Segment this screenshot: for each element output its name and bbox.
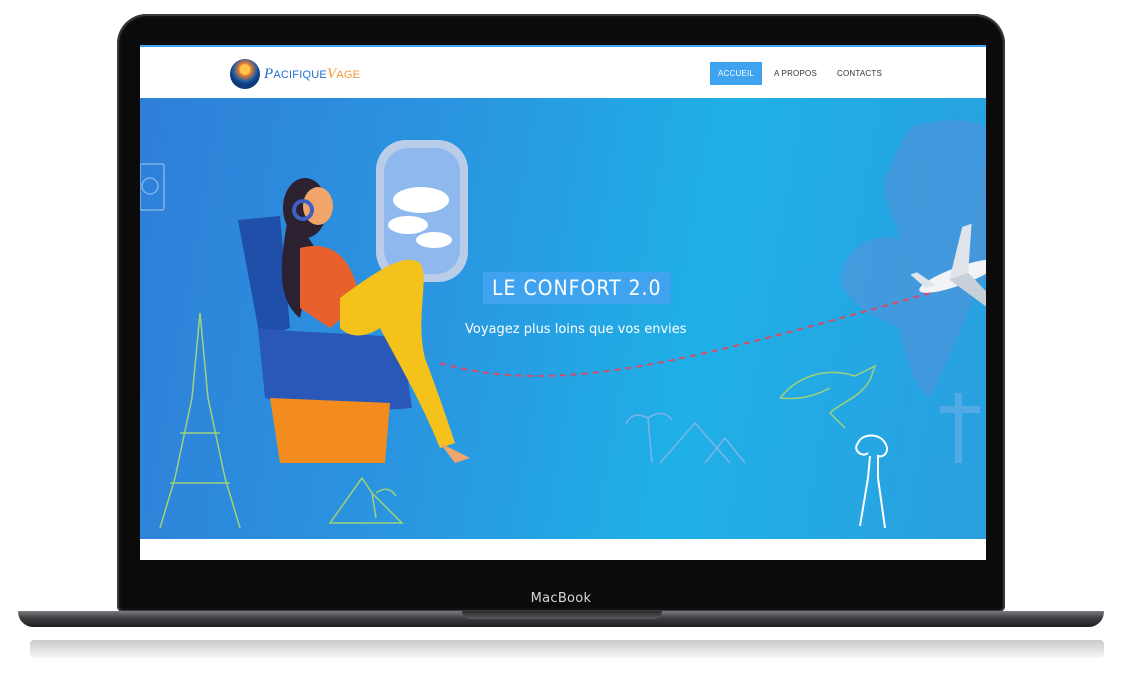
christ-statue-icon bbox=[855, 434, 888, 529]
browser-screen: PACIFIQUEVAGE ACCUEIL A PROPOS CONTACTS bbox=[140, 45, 986, 560]
hero-banner: LE CONFORT 2.0 Voyagez plus loins que vo… bbox=[140, 98, 986, 539]
logo-text-accent: AGE bbox=[336, 69, 361, 81]
nav-item-a-propos[interactable]: A PROPOS bbox=[766, 62, 825, 85]
logo-text: PACIFIQUEVAGE bbox=[264, 66, 361, 82]
device-label: MacBook bbox=[530, 591, 592, 606]
site-logo[interactable]: PACIFIQUEVAGE bbox=[230, 55, 360, 93]
hero-subtitle: Voyagez plus loins que vos envies bbox=[465, 322, 687, 337]
page-bottom-strip bbox=[140, 539, 986, 560]
site-header: PACIFIQUEVAGE ACCUEIL A PROPOS CONTACTS bbox=[140, 47, 986, 98]
palm-beach-logo-icon bbox=[230, 59, 260, 89]
main-nav: ACCUEIL A PROPOS CONTACTS bbox=[709, 62, 890, 85]
kangaroo-icon bbox=[779, 364, 877, 429]
airplane-window bbox=[376, 140, 468, 282]
nav-item-accueil[interactable]: ACCUEIL bbox=[709, 62, 763, 85]
pyramids-palm-icon bbox=[625, 412, 746, 464]
eiffel-tower-icon bbox=[159, 312, 241, 529]
laptop-shadow bbox=[30, 640, 1104, 658]
hero-illustration bbox=[140, 120, 986, 529]
nav-item-contacts[interactable]: CONTACTS bbox=[829, 62, 890, 85]
cross-decor bbox=[940, 393, 980, 463]
logo-text-main: ACIFIQUE bbox=[273, 69, 327, 81]
hero-title: LE CONFORT 2.0 bbox=[483, 272, 671, 304]
camera-icon bbox=[140, 163, 165, 211]
volcano-palm-icon bbox=[328, 476, 404, 524]
laptop-notch bbox=[462, 611, 662, 619]
